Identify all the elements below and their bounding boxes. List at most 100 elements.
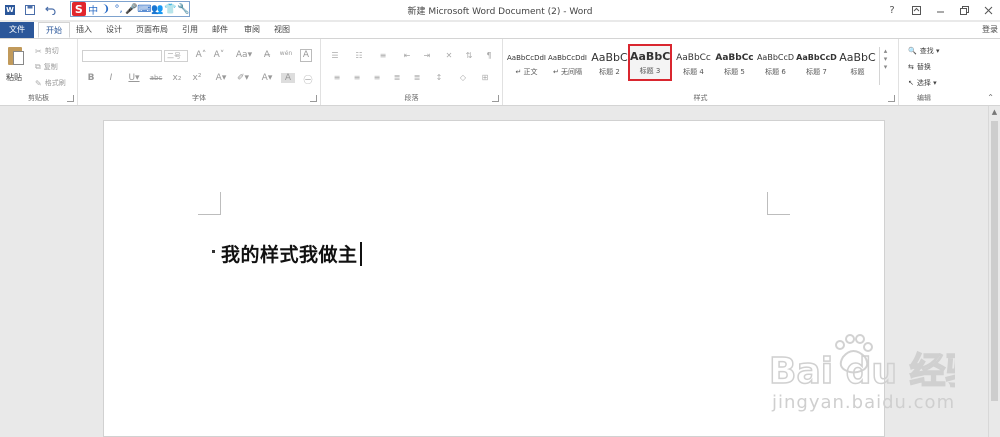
watermark-url: jingyan.baidu.com — [772, 392, 956, 413]
align-center-icon[interactable]: ≡ — [351, 73, 363, 83]
enclose-characters-button[interactable]: ㊀ — [301, 73, 315, 86]
style-heading-3[interactable]: AaBbC 标题 3 — [628, 44, 672, 81]
copy-button[interactable]: ⧉ 复制 — [35, 62, 58, 72]
document-page[interactable] — [103, 120, 885, 437]
ribbon-display-options-icon[interactable] — [904, 0, 928, 20]
watermark-brand: Bai du 经验 — [769, 351, 955, 389]
restore-icon[interactable] — [952, 0, 976, 20]
title-bar: W S 中 ❩ °, 🎤 ⌨ 👥 👕 🔧 新建 Microsoft Word D… — [0, 0, 1000, 20]
distributed-icon[interactable]: ≣ — [411, 73, 423, 83]
heading-text[interactable]: 我的样式我做主 — [221, 240, 358, 267]
align-right-icon[interactable]: ≡ — [371, 73, 383, 83]
styles-group-label: 样式 — [693, 94, 708, 102]
numbering-icon[interactable]: ☷ — [353, 51, 365, 61]
paste-label[interactable]: 粘贴 — [6, 72, 22, 83]
collapse-ribbon-icon[interactable]: ⌃ — [987, 93, 994, 102]
minimize-icon[interactable] — [928, 0, 952, 20]
close-icon[interactable] — [976, 0, 1000, 20]
select-button[interactable]: ↖ 选择 ▾ — [908, 78, 937, 88]
align-left-icon[interactable]: ≡ — [331, 73, 343, 83]
window-title: 新建 Microsoft Word Document (2) - Word — [407, 7, 593, 17]
tab-references[interactable]: 引用 — [178, 22, 202, 38]
clipboard-group-label: 剪贴板 — [28, 94, 49, 102]
font-color-button[interactable]: A▾ — [258, 73, 276, 83]
style-heading-4[interactable]: AaBbCc 标题 4 — [673, 47, 714, 81]
chevron-down-icon[interactable]: ▾ — [880, 55, 891, 63]
tab-review[interactable]: 审阅 — [240, 22, 264, 38]
style-normal[interactable]: AaBbCcDdI ↵ 正文 — [506, 47, 547, 81]
styles-gallery: AaBbCcDdI ↵ 正文 AaBbCcDdI ↵ 无间隔 AaBbC 标题 … — [506, 44, 878, 87]
subscript-button[interactable]: x₂ — [170, 73, 184, 83]
format-painter-button[interactable]: ✎ 格式刷 — [35, 78, 66, 88]
style-heading-2[interactable]: AaBbC 标题 2 — [589, 47, 630, 81]
character-shading-button[interactable]: A — [281, 73, 295, 83]
sort-icon[interactable]: ⇅ — [463, 51, 475, 61]
document-heading[interactable]: 我的样式我做主 — [212, 240, 362, 267]
font-name-combo[interactable] — [82, 50, 162, 62]
tab-mailings[interactable]: 邮件 — [208, 22, 232, 38]
paragraph-launcher[interactable] — [492, 95, 499, 102]
underline-button[interactable]: U▾ — [125, 73, 143, 83]
replace-button[interactable]: ⇆ 替换 — [908, 62, 931, 72]
highlight-button[interactable]: ✐▾ — [234, 73, 252, 83]
change-case-button[interactable]: Aa▾ — [233, 50, 255, 60]
text-effects-button[interactable]: A▾ — [212, 73, 230, 83]
bullets-icon[interactable]: ☰ — [329, 51, 341, 61]
superscript-button[interactable]: x² — [190, 73, 204, 83]
replace-icon: ⇆ — [908, 63, 914, 71]
borders-icon[interactable]: ⊞ — [479, 73, 491, 83]
line-spacing-icon[interactable]: ↕ — [433, 73, 445, 83]
increase-indent-icon[interactable]: ⇥ — [421, 51, 433, 61]
tab-page-layout[interactable]: 页面布局 — [134, 22, 170, 38]
shrink-font-button[interactable]: A˅ — [212, 50, 226, 60]
chinese-layout-icon[interactable]: ✕ — [443, 51, 455, 61]
multilevel-list-icon[interactable]: ≡ — [377, 51, 389, 61]
workspace-top — [0, 106, 1000, 120]
tab-view[interactable]: 视图 — [270, 22, 294, 38]
style-heading-6[interactable]: AaBbCcD 标题 6 — [755, 47, 796, 81]
font-group: 二号 A˄ A˅ Aa▾ A̶ wén A B I U▾ abc x₂ x² A… — [78, 39, 321, 105]
show-marks-icon[interactable]: ¶ — [483, 51, 495, 61]
clipboard-group: 粘贴 ✂ 剪切 ⧉ 复制 ✎ 格式刷 剪贴板 — [0, 39, 78, 105]
chevron-up-icon[interactable]: ▴ — [880, 47, 891, 55]
character-border-button[interactable]: A — [300, 49, 312, 62]
grow-font-button[interactable]: A˄ — [194, 50, 208, 60]
tab-design[interactable]: 设计 — [102, 22, 126, 38]
paste-button[interactable] — [5, 45, 25, 67]
style-heading-5[interactable]: AaBbCc 标题 5 — [714, 47, 755, 81]
style-no-spacing[interactable]: AaBbCcDdI ↵ 无间隔 — [547, 47, 588, 81]
style-heading-7[interactable]: AaBbCcD 标题 7 — [796, 47, 837, 81]
tab-file[interactable]: 文件 — [0, 22, 34, 38]
login-link[interactable]: 登录 — [982, 24, 998, 35]
phonetic-guide-button[interactable]: wén — [279, 50, 293, 57]
find-button[interactable]: 🔍 查找 ▾ — [908, 46, 939, 56]
clipboard-launcher[interactable] — [67, 95, 74, 102]
cut-button[interactable]: ✂ 剪切 — [35, 46, 59, 56]
scrollbar-thumb[interactable] — [991, 121, 998, 401]
ribbon-tabs: 文件 开始 插入 设计 页面布局 引用 邮件 审阅 视图 — [0, 22, 1000, 38]
margin-corner-top-left — [198, 192, 221, 215]
binoculars-icon: 🔍 — [908, 47, 917, 55]
ribbon: 粘贴 ✂ 剪切 ⧉ 复制 ✎ 格式刷 剪贴板 二号 A˄ A˅ Aa▾ A̶ wén … — [0, 38, 1000, 106]
italic-button[interactable]: I — [104, 73, 118, 83]
tab-home[interactable]: 开始 — [38, 22, 70, 38]
justify-icon[interactable]: ≣ — [391, 73, 403, 83]
style-title[interactable]: AaBbC 标题 — [837, 47, 878, 81]
font-group-label: 字体 — [192, 94, 206, 102]
help-button[interactable]: ? — [880, 0, 904, 20]
tab-insert[interactable]: 插入 — [72, 22, 96, 38]
styles-more-button[interactable]: ▴ ▾ ▾ — [879, 47, 891, 85]
scroll-up-icon[interactable]: ▲ — [989, 108, 1000, 116]
bold-button[interactable]: B — [84, 73, 98, 83]
more-icon[interactable]: ▾ — [880, 63, 891, 71]
font-size-combo[interactable]: 二号 — [164, 50, 188, 62]
decrease-indent-icon[interactable]: ⇤ — [401, 51, 413, 61]
font-launcher[interactable] — [310, 95, 317, 102]
vertical-scrollbar[interactable]: ▲ — [988, 106, 1000, 437]
paragraph-group: ☰ ☷ ≡ ⇤ ⇥ ✕ ⇅ ¶ ≡ ≡ ≡ ≣ ≣ ↕ ◇ ⊞ 段落 — [321, 39, 503, 105]
shading-icon[interactable]: ◇ — [457, 73, 469, 83]
styles-launcher[interactable] — [888, 95, 895, 102]
strikethrough-button[interactable]: abc — [148, 74, 164, 82]
clear-formatting-button[interactable]: A̶ — [260, 50, 274, 60]
text-cursor — [359, 241, 362, 266]
